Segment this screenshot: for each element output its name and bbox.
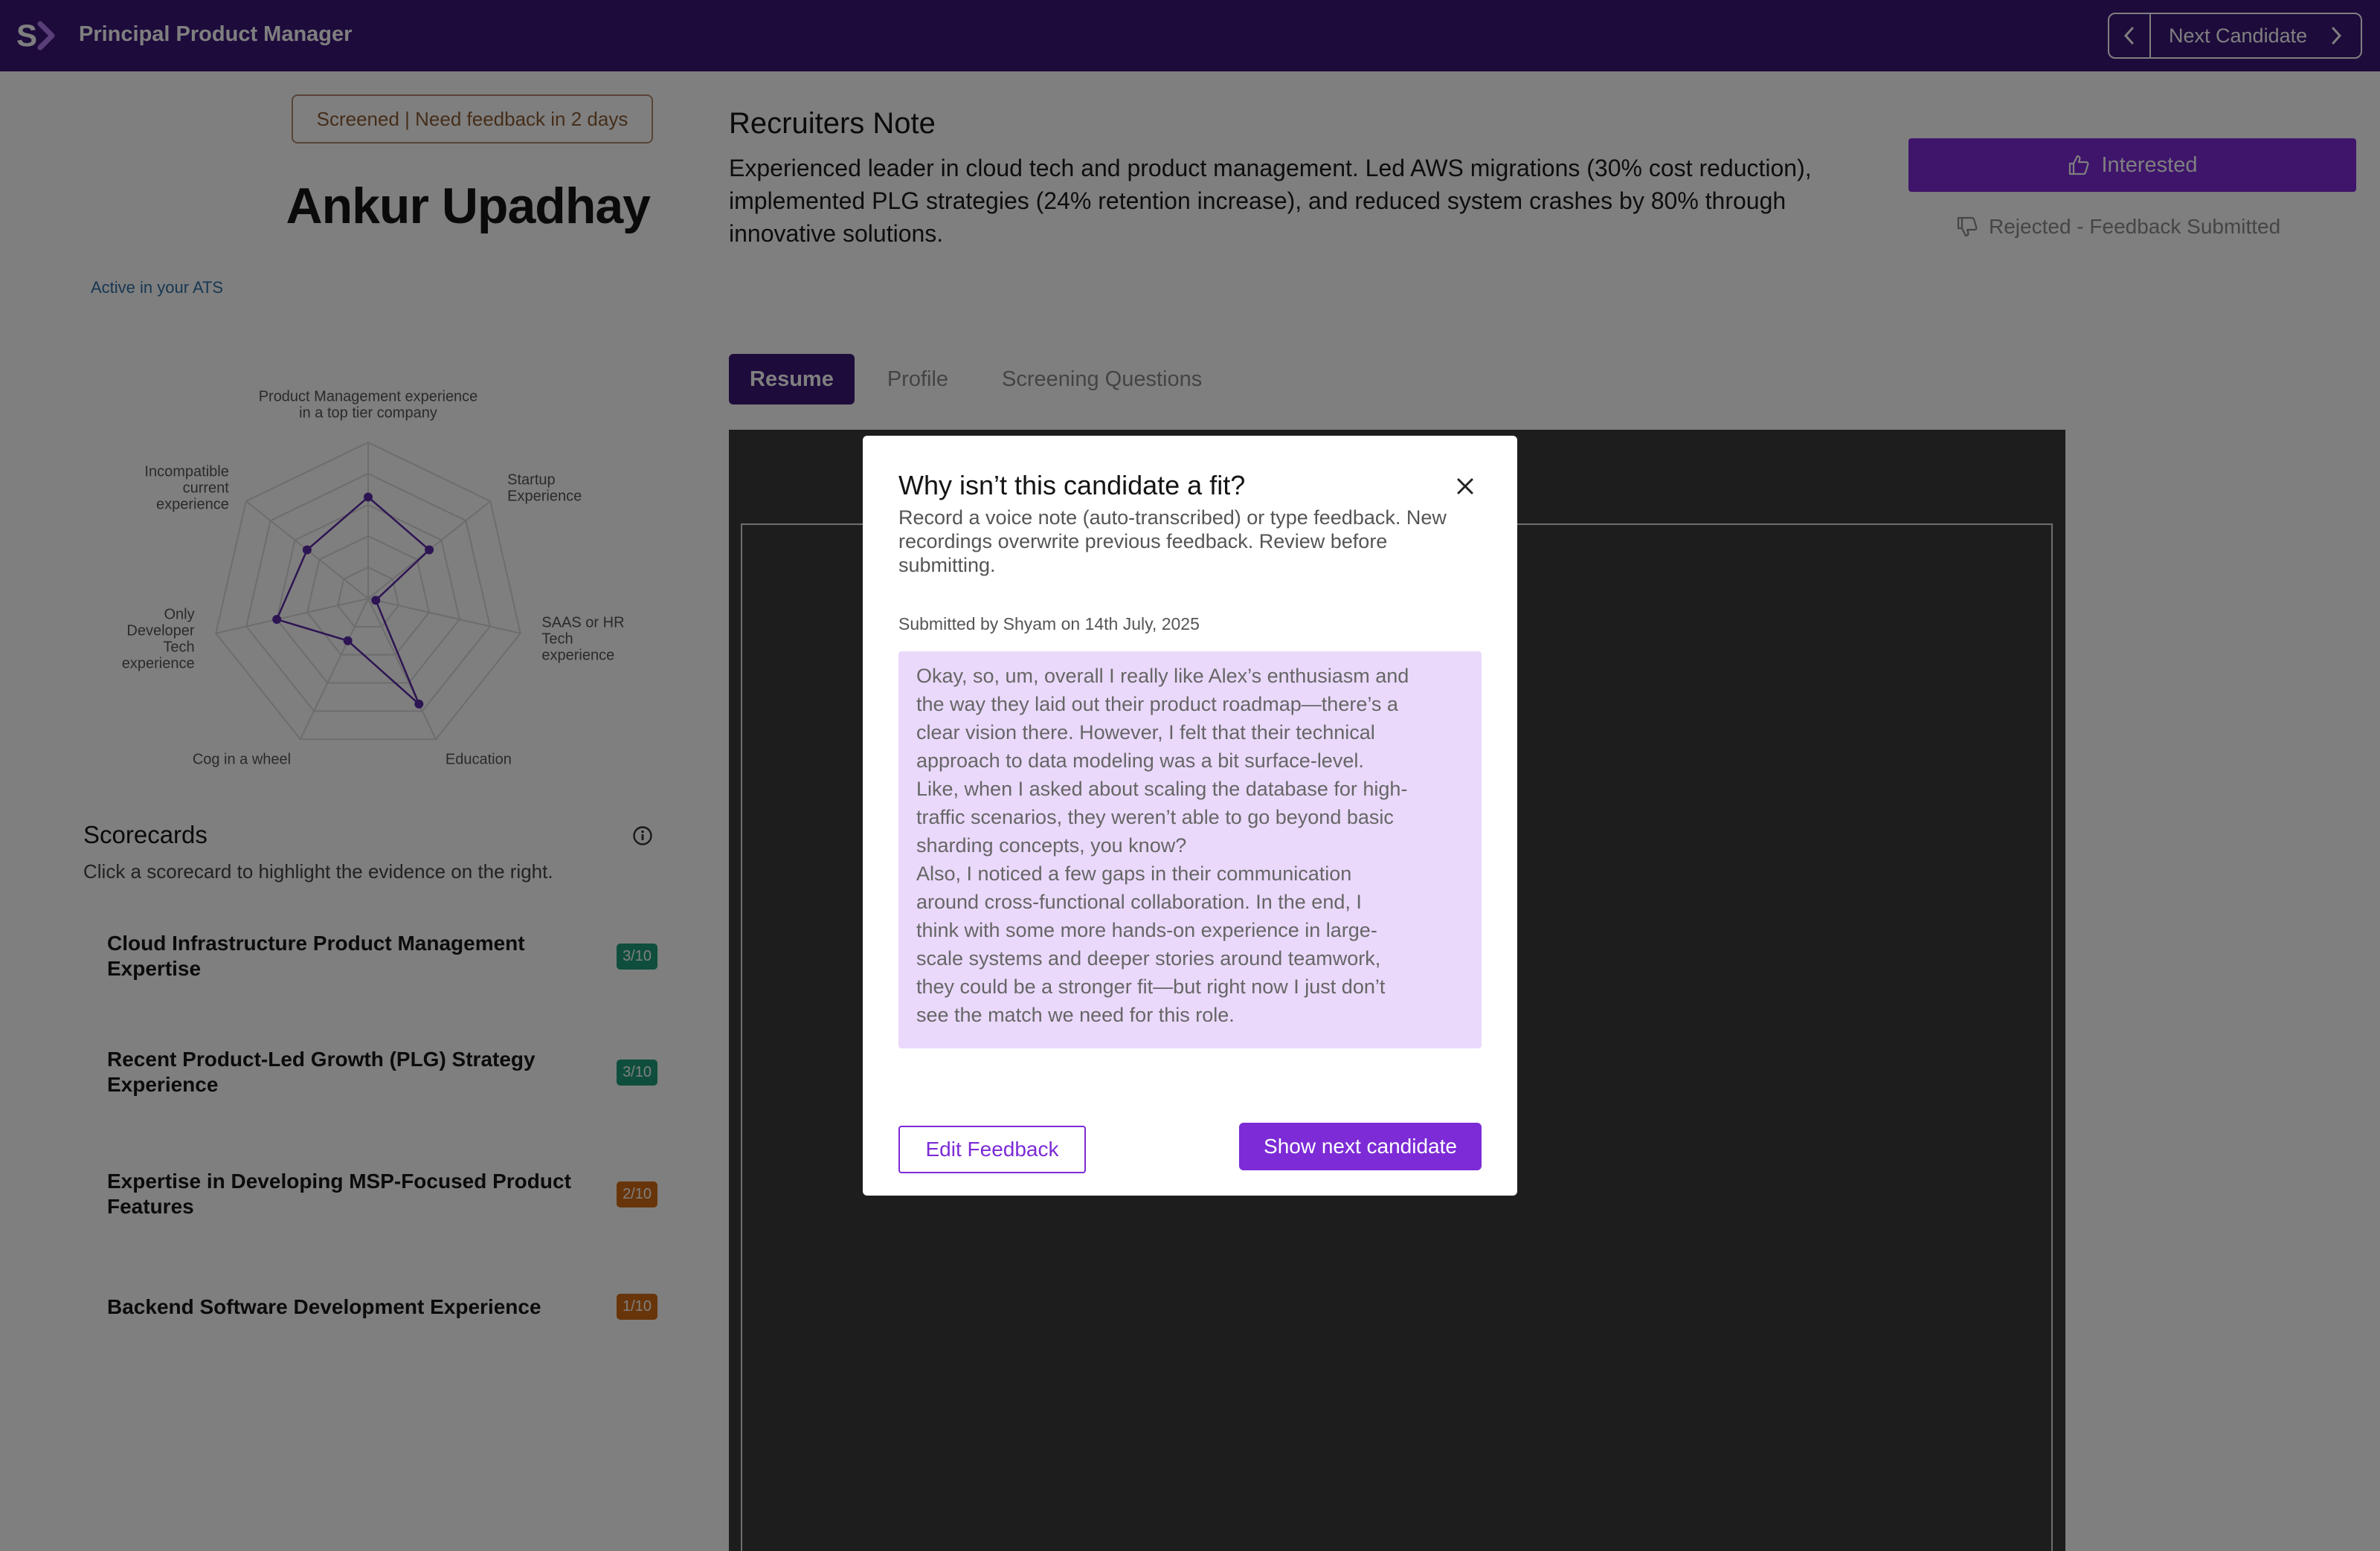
edit-feedback-button[interactable]: Edit Feedback [898,1126,1086,1173]
modal-title: Why isn’t this candidate a fit? [898,470,1246,500]
feedback-textarea[interactable]: Okay, so, um, overall I really like Alex… [898,651,1482,1048]
feedback-line: approach to data modeling was a bit surf… [916,749,1364,772]
feedback-line: clear vision there. However, I felt that… [916,721,1375,744]
feedback-line: they could be a stronger fit—but right n… [916,976,1386,998]
feedback-line: the way they laid out their product road… [916,693,1398,715]
close-icon [1457,478,1473,494]
feedback-line: Okay, so, um, overall I really like Alex… [916,665,1409,687]
feedback-line: traffic scenarios, they weren’t able to … [916,806,1394,828]
feedback-line: see the match we need for this role. [916,1004,1235,1026]
feedback-line: around cross-functional collaboration. I… [916,891,1362,913]
show-next-candidate-button[interactable]: Show next candidate [1239,1123,1482,1170]
modal-description: Record a voice note (auto-transcribed) o… [898,506,1447,576]
close-button[interactable] [1450,471,1480,501]
feedback-line: sharding concepts, you know? [916,834,1187,857]
feedback-line: scale systems and deeper stories around … [916,947,1381,970]
submitted-by-text: Submitted by Shyam on 14th July, 2025 [898,614,1200,633]
feedback-line: think with some more hands-on experience… [916,919,1377,941]
feedback-modal: Why isn’t this candidate a fit? Record a… [863,436,1517,1196]
feedback-line: Like, when I asked about scaling the dat… [916,778,1408,800]
feedback-line: Also, I noticed a few gaps in their comm… [916,862,1352,885]
